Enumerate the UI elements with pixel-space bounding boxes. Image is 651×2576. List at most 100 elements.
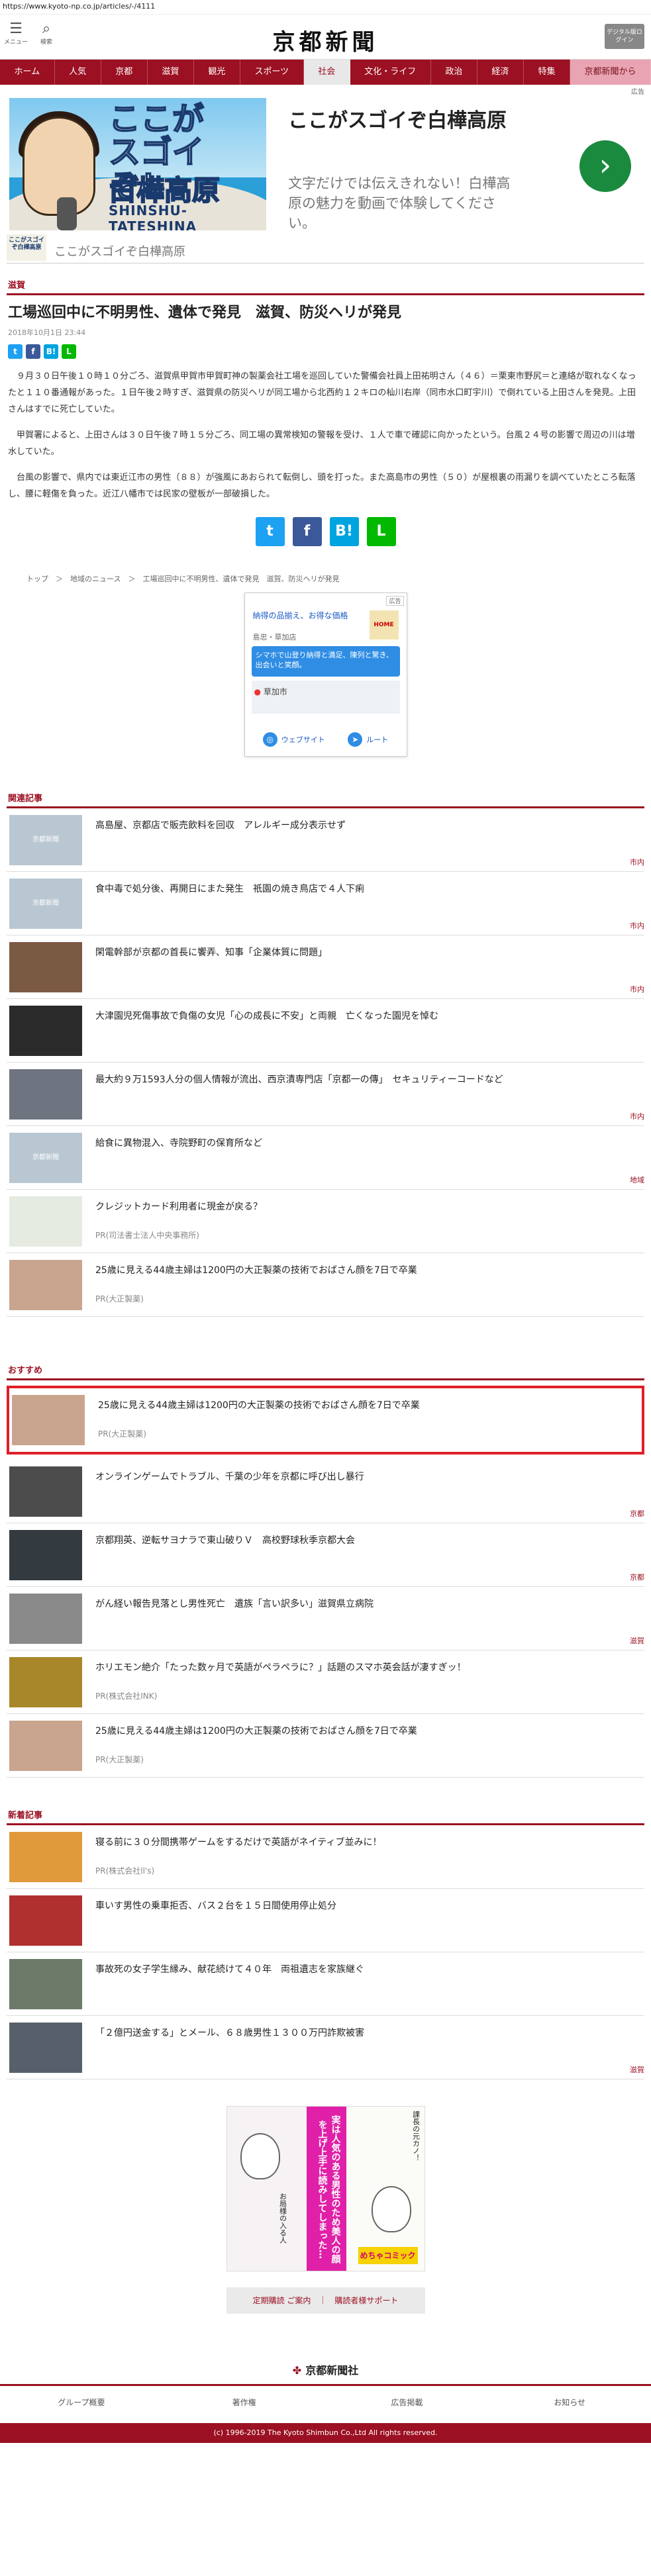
list-item-tag[interactable]: 市内 bbox=[630, 920, 644, 931]
list-item[interactable]: 京都新聞 給食に異物混入、寺院野町の保育所など 地域 bbox=[7, 1126, 644, 1190]
nav-item[interactable]: 滋賀 bbox=[148, 60, 194, 85]
list-item[interactable]: がん経い報告見落とし男性死亡 遺族「言い訳多い」滋賀県立病院 滋賀 bbox=[7, 1587, 644, 1650]
list-item-title[interactable]: 閑電幹部が京都の首長に饗弄、知事「企業体質に問題」 bbox=[95, 946, 638, 959]
list-item-tag[interactable]: 市内 bbox=[630, 984, 644, 994]
company-logo[interactable]: ✤ 京都新聞社 bbox=[0, 2361, 651, 2377]
list-item-tag[interactable]: 京都 bbox=[630, 1508, 644, 1519]
list-item-title[interactable]: クレジットカード利用者に現金が戻る？ bbox=[95, 1200, 638, 1214]
list-item[interactable]: 最大約９万1593人分の個人情報が流出、西京漬専門店「京都一の傳」 セキュリティ… bbox=[7, 1063, 644, 1126]
facebook-icon[interactable]: f bbox=[26, 344, 40, 359]
list-item-pr: PR(大正製薬) bbox=[95, 1755, 144, 1764]
nav-item[interactable]: 政治 bbox=[431, 60, 477, 85]
manga-character bbox=[240, 2133, 280, 2179]
article-category[interactable]: 滋賀 bbox=[0, 278, 651, 291]
footer-link[interactable]: 著作権 bbox=[163, 2386, 326, 2419]
hatena-bookmark-icon[interactable]: B! bbox=[329, 517, 359, 546]
list-item-title[interactable]: 高島屋、京都店で販売飲料を回収 アレルギー成分表示せず bbox=[95, 819, 638, 832]
nav-item[interactable]: 文化・ライフ bbox=[350, 60, 431, 85]
list-item[interactable]: 京都翔英、逆転サヨナラで東山破りＶ 高校野球秋季京都大会 京都 bbox=[7, 1523, 644, 1587]
share-buttons-top: t f B! L bbox=[0, 344, 651, 359]
thumbnail bbox=[9, 1594, 82, 1644]
list-item-tag[interactable]: 滋賀 bbox=[630, 2064, 644, 2075]
list-item-title[interactable]: 最大約９万1593人分の個人情報が流出、西京漬専門店「京都一の傳」 セキュリティ… bbox=[95, 1073, 638, 1086]
nav-item[interactable]: ホーム bbox=[0, 60, 55, 85]
nav-item[interactable]: 人気 bbox=[55, 60, 101, 85]
footer-nav: グループ概要 著作権 広告掲載 お知らせ bbox=[0, 2386, 651, 2419]
list-item[interactable]: 事故死の女子学生縁み、献花続けて４０年 両祖遺志を家族継ぐ bbox=[7, 1952, 644, 2016]
twitter-icon[interactable]: t bbox=[255, 517, 285, 546]
website-button[interactable]: ◎ ウェブサイト bbox=[262, 732, 325, 747]
footer-link[interactable]: グループ概要 bbox=[0, 2386, 163, 2419]
list-item[interactable]: 車いす男性の乗車拒否、バス２台を１５日間使用停止処分 bbox=[7, 1889, 644, 1952]
list-item[interactable]: 25歳に見える44歳主婦は1200円の大正製薬の技術でおばさん顔を7日で卒業 P… bbox=[7, 1714, 644, 1778]
list-item-title[interactable]: 寝る前に３０分間携帯ゲームをするだけで英語がネイティブ並みに！ bbox=[95, 1836, 638, 1849]
route-button[interactable]: ➤ ルート bbox=[348, 732, 388, 747]
nav-item[interactable]: 特集 bbox=[524, 60, 571, 85]
list-item[interactable]: オンラインゲームでトラブル、千葉の少年を京都に呼び出し暴行 京都 bbox=[7, 1460, 644, 1523]
list-item[interactable]: 大津園児死傷事故で負傷の女児「心の成長に不安」と両親 亡くなった園児を悼む bbox=[7, 999, 644, 1063]
list-item-title[interactable]: 大津園児死傷事故で負傷の女児「心の成長に不安」と両親 亡くなった園児を悼む bbox=[95, 1010, 638, 1023]
footer-link[interactable]: 広告掲載 bbox=[326, 2386, 489, 2419]
list-item[interactable]: 「２億円送金する」とメール、６８歳男性１３００万円詐欺被害 滋賀 bbox=[7, 2016, 644, 2079]
list-item[interactable]: 閑電幹部が京都の首長に饗弄、知事「企業体質に問題」 市内 bbox=[7, 935, 644, 999]
list-item-title[interactable]: 給食に異物混入、寺院野町の保育所など bbox=[95, 1137, 638, 1150]
ad-title[interactable]: ここがスゴイぞ白樺高原 bbox=[288, 107, 540, 135]
list-item-tag[interactable]: 京都 bbox=[630, 1572, 644, 1582]
list-item-title[interactable]: 「２億円送金する」とメール、６８歳男性１３００万円詐欺被害 bbox=[95, 2027, 638, 2040]
manga-ad[interactable]: 実は人気のある男性のため美人の顔を上げ上手に読みしてしまった… 課長の元カノ！ … bbox=[226, 2106, 425, 2271]
hatena-bookmark-icon[interactable]: B! bbox=[44, 344, 58, 359]
nav-item[interactable]: 京都 bbox=[101, 60, 148, 85]
ad-advertiser-name[interactable]: ここがスゴイぞ白樺高原 bbox=[54, 242, 185, 260]
list-item-tag[interactable]: 地域 bbox=[630, 1174, 644, 1185]
top-ad-banner[interactable]: ここが スゴイぞ！ 白樺高原 SHINSHU-TATESHINA ここがスゴイぞ… bbox=[7, 95, 644, 263]
map-ad-subtitle: 島忠・草加店 bbox=[252, 633, 297, 642]
login-button[interactable]: デジタル版ログイン bbox=[605, 24, 644, 49]
list-item-title[interactable]: 食中毒で処分後、再開日にまた発生 祇園の焼き鳥店で４人下痢 bbox=[95, 883, 638, 896]
nav-item-active[interactable]: 社会 bbox=[303, 60, 350, 85]
nav-item[interactable]: スポーツ bbox=[240, 60, 304, 85]
nav-item[interactable]: 観光 bbox=[194, 60, 240, 85]
list-item[interactable]: 25歳に見える44歳主婦は1200円の大正製薬の技術でおばさん顔を7日で卒業 P… bbox=[7, 1253, 644, 1317]
list-item-title[interactable]: 京都翔英、逆転サヨナラで東山破りＶ 高校野球秋季京都大会 bbox=[95, 1534, 638, 1547]
map-ad-message: シマホで山登り納得と満足、陳列と驚き、出会いと笑顔。 bbox=[251, 646, 400, 677]
map-ad-title[interactable]: 納得の品揃え、お得な価格 bbox=[253, 610, 359, 621]
list-item-title[interactable]: 車いす男性の乗車拒否、バス２台を１５日間使用停止処分 bbox=[95, 1899, 638, 1913]
list-item-title[interactable]: ホリエモン絶介「たった数ヶ月で英語がペラペラに？」話題のスマホ英会話が凄すぎッ！ bbox=[95, 1661, 638, 1674]
breadcrumb[interactable]: トップ ＞ 地域のニュース ＞ 工場巡回中に不明男性、遺体で発見 滋賀、防災ヘリ… bbox=[0, 566, 651, 593]
list-item-highlighted[interactable]: 25歳に見える44歳主婦は1200円の大正製薬の技術でおばさん顔を7日で卒業 P… bbox=[7, 1386, 644, 1455]
list-item-tag[interactable]: 滋賀 bbox=[630, 1635, 644, 1646]
line-icon[interactable]: L bbox=[62, 344, 76, 359]
facebook-icon[interactable]: f bbox=[292, 517, 322, 546]
site-logo[interactable]: 京都新聞 bbox=[0, 24, 651, 56]
list-item-title[interactable]: 事故死の女子学生縁み、献花続けて４０年 両祖遺志を家族継ぐ bbox=[95, 1963, 638, 1976]
list-item-title[interactable]: 25歳に見える44歳主婦は1200円の大正製薬の技術でおばさん顔を7日で卒業 bbox=[95, 1725, 638, 1738]
nav-item[interactable]: 経済 bbox=[477, 60, 524, 85]
subscription-links[interactable]: 定期購読 ご案内 ｜ 購読者様サポート bbox=[226, 2287, 425, 2314]
line-icon[interactable]: L bbox=[366, 517, 396, 546]
map-ad[interactable]: 広告 納得の品揃え、お得な価格 島忠・草加店 HOME シマホで山登り納得と満足… bbox=[244, 593, 407, 757]
twitter-icon[interactable]: t bbox=[8, 344, 23, 359]
list-item-pr: PR(大正製薬) bbox=[98, 1429, 146, 1439]
manga-character bbox=[371, 2186, 411, 2232]
list-item-title[interactable]: 25歳に見える44歳主婦は1200円の大正製薬の技術でおばさん顔を7日で卒業 bbox=[98, 1399, 635, 1412]
footer-link[interactable]: お知らせ bbox=[488, 2386, 651, 2419]
thumbnail bbox=[9, 1721, 82, 1771]
thumbnail: 京都新聞 bbox=[9, 815, 82, 865]
list-item[interactable]: 京都新聞 高島屋、京都店で販売飲料を回収 アレルギー成分表示せず 市内 bbox=[7, 808, 644, 872]
list-item-tag[interactable]: 市内 bbox=[630, 857, 644, 867]
list-item[interactable]: 寝る前に３０分間携帯ゲームをするだけで英語がネイティブ並みに！ PR(株式会社l… bbox=[7, 1825, 644, 1889]
list-item-title[interactable]: オンラインゲームでトラブル、千葉の少年を京都に呼び出し暴行 bbox=[95, 1470, 638, 1484]
ad-image[interactable]: ここが スゴイぞ！ 白樺高原 SHINSHU-TATESHINA bbox=[9, 98, 266, 230]
route-label: ルート bbox=[366, 736, 389, 744]
list-item[interactable]: クレジットカード利用者に現金が戻る？ PR(司法書士法人中央事務所) bbox=[7, 1190, 644, 1253]
list-item-title[interactable]: 25歳に見える44歳主婦は1200円の大正製薬の技術でおばさん顔を7日で卒業 bbox=[95, 1264, 638, 1277]
list-item-tag[interactable]: 市内 bbox=[630, 1111, 644, 1121]
article-date: 2018年10月1日 23:44 bbox=[8, 328, 86, 337]
list-item[interactable]: ホリエモン絶介「たった数ヶ月で英語がペラペラに？」話題のスマホ英会話が凄すぎッ！… bbox=[7, 1650, 644, 1714]
ad-arrow-button[interactable]: › bbox=[579, 140, 631, 192]
route-icon: ➤ bbox=[348, 732, 363, 747]
nav-item[interactable]: 京都新聞から bbox=[570, 60, 651, 85]
list-item-pr: PR(大正製薬) bbox=[95, 1294, 144, 1304]
list-item-title[interactable]: がん経い報告見落とし男性死亡 遺族「言い訳多い」滋賀県立病院 bbox=[95, 1598, 638, 1611]
list-item[interactable]: 京都新聞 食中毒で処分後、再開日にまた発生 祇園の焼き鳥店で４人下痢 市内 bbox=[7, 872, 644, 935]
